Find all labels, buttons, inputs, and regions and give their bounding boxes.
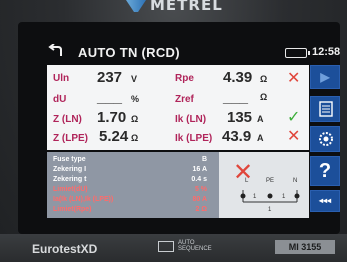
fuse-time-value: 0.4 s [191,176,207,183]
model-number-badge: MI 3155 [275,240,335,254]
zref-unit: Ω [260,92,268,102]
back-arrow-icon[interactable] [48,44,64,58]
limit-rpe-label: Limiet(Rpe) [53,206,92,213]
list-icon [319,101,333,117]
title-bar: AUTO TN (RCD) 12:58 [30,42,347,64]
uln-unit: V [131,74,138,84]
model-name: EurotestXD [32,242,98,256]
uln-label: Uln [53,73,70,84]
metrel-logo-icon [126,0,146,12]
zln-label: Z (LN) [53,114,82,125]
limit-du-label: Limiet(dU) [53,186,88,193]
brand-label: METREL [150,0,223,14]
parameters-list: Fuse type B Zekering I 16 A Zekering t 0… [47,152,219,218]
rpe-label: Rpe [175,73,194,84]
gear-icon [319,132,333,146]
list-view-button[interactable] [310,96,340,122]
zref-label: Zref [175,94,194,105]
limit-du-value: 5 % [194,186,207,193]
ikln-label: Ik (LN) [175,114,207,125]
fuse-type-value: B [201,156,207,163]
auto-sequence-line2: SEQUENCE [178,246,212,252]
zlpe-unit: Ω [131,133,139,143]
rpe-value: 4.39 [223,69,253,86]
ikln-value: 135 [227,109,253,126]
auto-sequence-icon [158,241,174,252]
auto-sequence-label: AUTO SEQUENCE [178,240,212,252]
limit-rpe-value: 2 Ω [195,206,207,213]
ikln-pass-icon: ✓ [287,107,301,126]
zref-value: ___ [223,89,249,106]
more-options-button[interactable]: ◂◂◂ [310,190,340,212]
du-unit: % [131,94,140,104]
start-test-button[interactable]: ▶ [310,65,340,89]
du-value: ___ [97,89,123,106]
zlpe-label: Z (LPE) [53,133,88,144]
settings-button[interactable] [310,126,340,152]
question-icon: ? [318,160,332,182]
rpe-unit: Ω [260,74,268,84]
device-body: METREL AUTO TN (RCD) 12:58 Uln 237 V Rpe… [0,0,347,262]
battery-icon [285,48,310,58]
terminal-pair-one-c: 1 [268,207,272,213]
rpe-fail-icon: ✕ [287,68,301,87]
fuse-current-value: 16 A [192,166,207,173]
iklpe-label: Ik (LPE) [175,133,213,144]
terminal-pair-one-b: 1 [282,194,286,200]
clock: 12:58 [312,46,341,58]
screen-title: AUTO TN (RCD) [78,45,180,60]
iklpe-fail-icon: ✕ [287,126,301,145]
fuse-type-label: Fuse type [53,156,86,163]
fuse-current-label: Zekering I [53,166,87,173]
fuse-time-label: Zekering t [53,176,87,183]
iklpe-unit: A [257,133,264,143]
du-label: dU [53,94,67,105]
info-panel: Fuse type B Zekering I 16 A Zekering t 0… [47,152,309,218]
help-button[interactable]: ? [310,156,340,186]
ia-label: Ia(Ik (LN),Ik (LPE)) [53,196,114,203]
results-panel: Uln 237 V Rpe 4.39 Ω ✕ dU ___ % Zref ___… [47,65,309,150]
terminal-pair-one-a: 1 [253,194,257,200]
ikln-unit: A [257,114,264,124]
zln-value: 1.70 [97,109,127,126]
terminal-n-label: N [293,178,297,184]
zln-unit: Ω [131,114,139,124]
zlpe-value: 5.24 [99,128,129,145]
overall-fail-icon: ✕ [233,158,254,186]
terminal-pe-label: PE [266,178,274,184]
uln-value: 237 [97,69,123,86]
iklpe-value: 43.9 [222,128,252,145]
triple-arrow-icon: ◂◂◂ [318,196,332,205]
ia-value: 80 A [192,196,207,203]
